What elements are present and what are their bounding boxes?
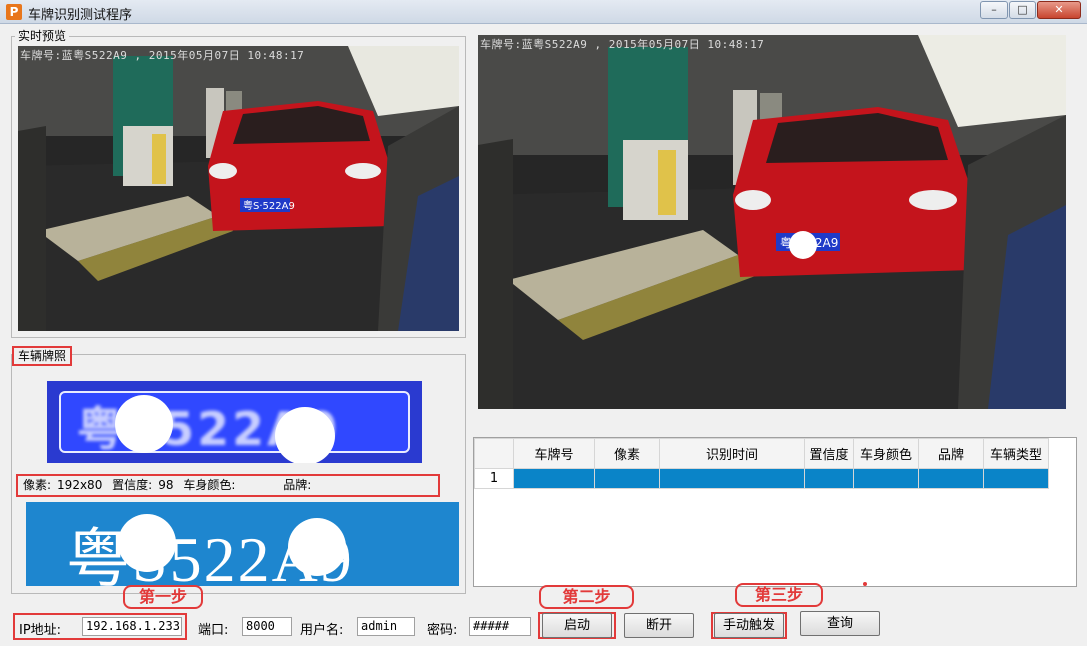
close-button[interactable]: ✕ [1037, 1, 1081, 19]
step2-label: 第二步 [539, 585, 634, 609]
minimize-button[interactable]: – [980, 1, 1008, 19]
window-title: 车牌识别测试程序 [28, 8, 133, 23]
username-label: 用户名: [300, 623, 344, 638]
cell-car-color[interactable] [853, 468, 919, 489]
title-bar: P 车牌识别测试程序 – □ ✕ [0, 0, 1087, 24]
col-vehicle-type[interactable]: 车辆类型 [983, 438, 1049, 469]
live-preview-label: 实时预览 [15, 29, 70, 43]
ip-input[interactable]: 192.168.1.233 [82, 617, 182, 636]
maximize-button[interactable]: □ [1009, 1, 1036, 19]
query-button[interactable]: 查询 [800, 611, 880, 636]
cell-pixels[interactable] [594, 468, 660, 489]
col-plate-number[interactable]: 车牌号 [513, 438, 595, 469]
ip-label: IP地址: [19, 623, 62, 638]
live-overlay-text: 车牌号:蓝粤S522A9 , 2015年05月07日 10:48:17 [20, 49, 305, 62]
password-label: 密码: [427, 623, 458, 638]
pixels-label: 像素: [23, 478, 52, 492]
step3-label: 第三步 [735, 583, 823, 607]
plate-crop-image: 粤S522A9 [47, 381, 422, 463]
live-preview-scene: 粤S·522A9 [18, 46, 459, 331]
cell-vehicle-type[interactable] [983, 468, 1049, 489]
col-confidence[interactable]: 置信度 [804, 438, 854, 469]
brand-label: 品牌: [283, 478, 312, 492]
cell-recognition-time[interactable] [659, 468, 805, 489]
port-label: 端口: [198, 623, 229, 638]
start-button[interactable]: 启动 [542, 613, 612, 638]
car-color-label: 车身颜色: [183, 478, 236, 492]
confidence-value: 98 [158, 478, 174, 492]
live-plate-text: 粤S·522A9 [243, 199, 295, 212]
confidence-label: 置信度: [112, 478, 153, 492]
cell-confidence[interactable] [804, 468, 854, 489]
capture-scene: 粤S522A9 [478, 35, 1066, 409]
col-car-color[interactable]: 车身颜色 [853, 438, 919, 469]
col-brand[interactable]: 品牌 [918, 438, 984, 469]
table-row[interactable]: 1 [474, 468, 1049, 489]
capture-overlay-text: 车牌号:蓝粤S522A9 , 2015年05月07日 10:48:17 [480, 38, 765, 51]
password-input[interactable]: ##### [469, 617, 531, 636]
annotation-dot [863, 582, 867, 586]
live-preview-video: 粤S·522A9 车牌号:蓝粤S522A9 , 2015年05月07日 10:4… [18, 46, 459, 331]
col-pixels[interactable]: 像素 [594, 438, 660, 469]
plate-section-label: 车辆牌照 [12, 346, 73, 366]
results-table: 车牌号 像素 识别时间 置信度 车身颜色 品牌 车辆类型 1 [474, 438, 1049, 489]
manual-trigger-button[interactable]: 手动触发 [714, 613, 784, 638]
disconnect-button[interactable]: 断开 [624, 613, 694, 638]
cell-brand[interactable] [918, 468, 984, 489]
app-icon: P [6, 4, 22, 20]
col-index[interactable] [474, 438, 514, 469]
port-input[interactable]: 8000 [242, 617, 292, 636]
plate-info-line: 像素: 192x80 置信度: 98 车身颜色: 品牌: [16, 474, 440, 497]
capture-image: 粤S522A9 车牌号:蓝粤S522A9 , 2015年05月07日 10:48… [478, 35, 1066, 409]
col-recognition-time[interactable]: 识别时间 [659, 438, 805, 469]
username-input[interactable]: admin [357, 617, 415, 636]
row-index: 1 [474, 468, 514, 489]
step1-label: 第一步 [123, 585, 203, 609]
cell-plate-number[interactable] [513, 468, 595, 489]
results-grid[interactable]: 车牌号 像素 识别时间 置信度 车身颜色 品牌 车辆类型 1 [473, 437, 1077, 587]
plate-binary-image: 粤S522A9 [26, 502, 459, 595]
pixels-value: 192x80 [57, 478, 103, 492]
